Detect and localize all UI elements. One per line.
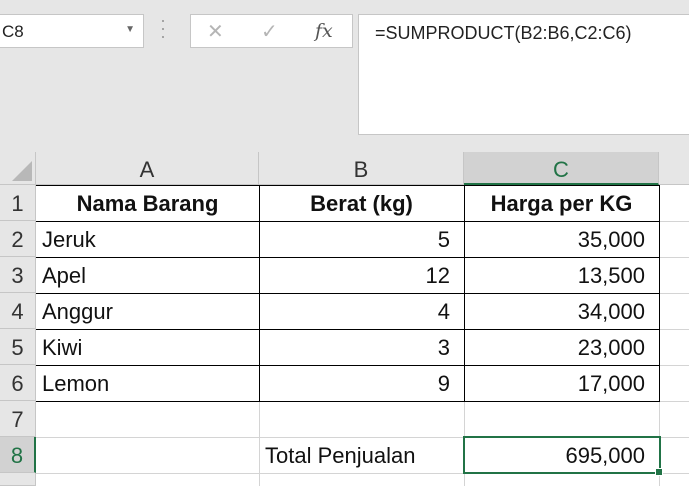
cell-c6[interactable]: 17,000 (464, 365, 659, 401)
gridline (659, 329, 689, 330)
gridline (659, 401, 689, 402)
row-header-2[interactable]: 2 (0, 221, 36, 257)
gridline (659, 221, 689, 222)
drag-handle-icon[interactable]: · · · (160, 11, 166, 45)
cell-b3[interactable]: 12 (259, 257, 464, 293)
cell-a5[interactable]: Kiwi (36, 329, 259, 365)
row-header-1[interactable]: 1 (0, 185, 36, 221)
cell-b4[interactable]: 4 (259, 293, 464, 329)
formula-buttons: ✕ ✓ fx (190, 14, 353, 48)
select-all-icon (12, 161, 32, 181)
row-header-9[interactable] (0, 473, 36, 486)
cell-b8-total-label[interactable]: Total Penjualan (259, 437, 464, 473)
cell-c3[interactable]: 13,500 (464, 257, 659, 293)
cell-c4[interactable]: 34,000 (464, 293, 659, 329)
cell-c5[interactable]: 23,000 (464, 329, 659, 365)
active-cell-selection (463, 436, 661, 474)
cell-c1[interactable]: Harga per KG (464, 185, 659, 221)
formula-input[interactable]: =SUMPRODUCT(B2:B6,C2:C6) (358, 14, 689, 135)
spreadsheet-grid: A B C 1 2 3 4 5 6 7 8 Nama Barang Berat … (0, 152, 689, 486)
row-header-4[interactable]: 4 (0, 293, 36, 329)
fill-handle[interactable] (655, 468, 663, 476)
formula-bar-region: C8 ▼ · · · ✕ ✓ fx =SUMPRODUCT(B2:B6,C2:C6) (0, 0, 689, 152)
enter-check-icon[interactable]: ✓ (261, 19, 278, 44)
cancel-icon[interactable]: ✕ (207, 19, 224, 44)
column-header-c[interactable]: C (464, 152, 659, 185)
cell-b6[interactable]: 9 (259, 365, 464, 401)
cell-a2[interactable]: Jeruk (36, 221, 259, 257)
row-header-5[interactable]: 5 (0, 329, 36, 365)
caret-down-icon[interactable]: ▼ (125, 24, 135, 35)
row-header-7[interactable]: 7 (0, 401, 36, 437)
table-border (36, 401, 660, 402)
cell-b5[interactable]: 3 (259, 329, 464, 365)
row-header-8[interactable]: 8 (0, 437, 36, 473)
table-border (659, 185, 660, 402)
insert-function-icon[interactable]: fx (315, 20, 333, 42)
cell-a6[interactable]: Lemon (36, 365, 259, 401)
column-header-d[interactable] (659, 152, 689, 185)
name-box-value: C8 (2, 22, 24, 41)
column-header-a[interactable]: A (36, 152, 259, 185)
cell-b2[interactable]: 5 (259, 221, 464, 257)
cell-a1[interactable]: Nama Barang (36, 185, 259, 221)
cell-a3[interactable]: Apel (36, 257, 259, 293)
name-box[interactable]: C8 ▼ (0, 14, 144, 48)
row-header-6[interactable]: 6 (0, 365, 36, 401)
gridline (659, 365, 689, 366)
column-header-b[interactable]: B (259, 152, 464, 185)
formula-text: =SUMPRODUCT(B2:B6,C2:C6) (375, 23, 632, 43)
cell-c2[interactable]: 35,000 (464, 221, 659, 257)
cell-b1[interactable]: Berat (kg) (259, 185, 464, 221)
select-all-button[interactable] (0, 152, 36, 185)
gridline (659, 257, 689, 258)
row-header-3[interactable]: 3 (0, 257, 36, 293)
cell-a4[interactable]: Anggur (36, 293, 259, 329)
gridline (659, 293, 689, 294)
